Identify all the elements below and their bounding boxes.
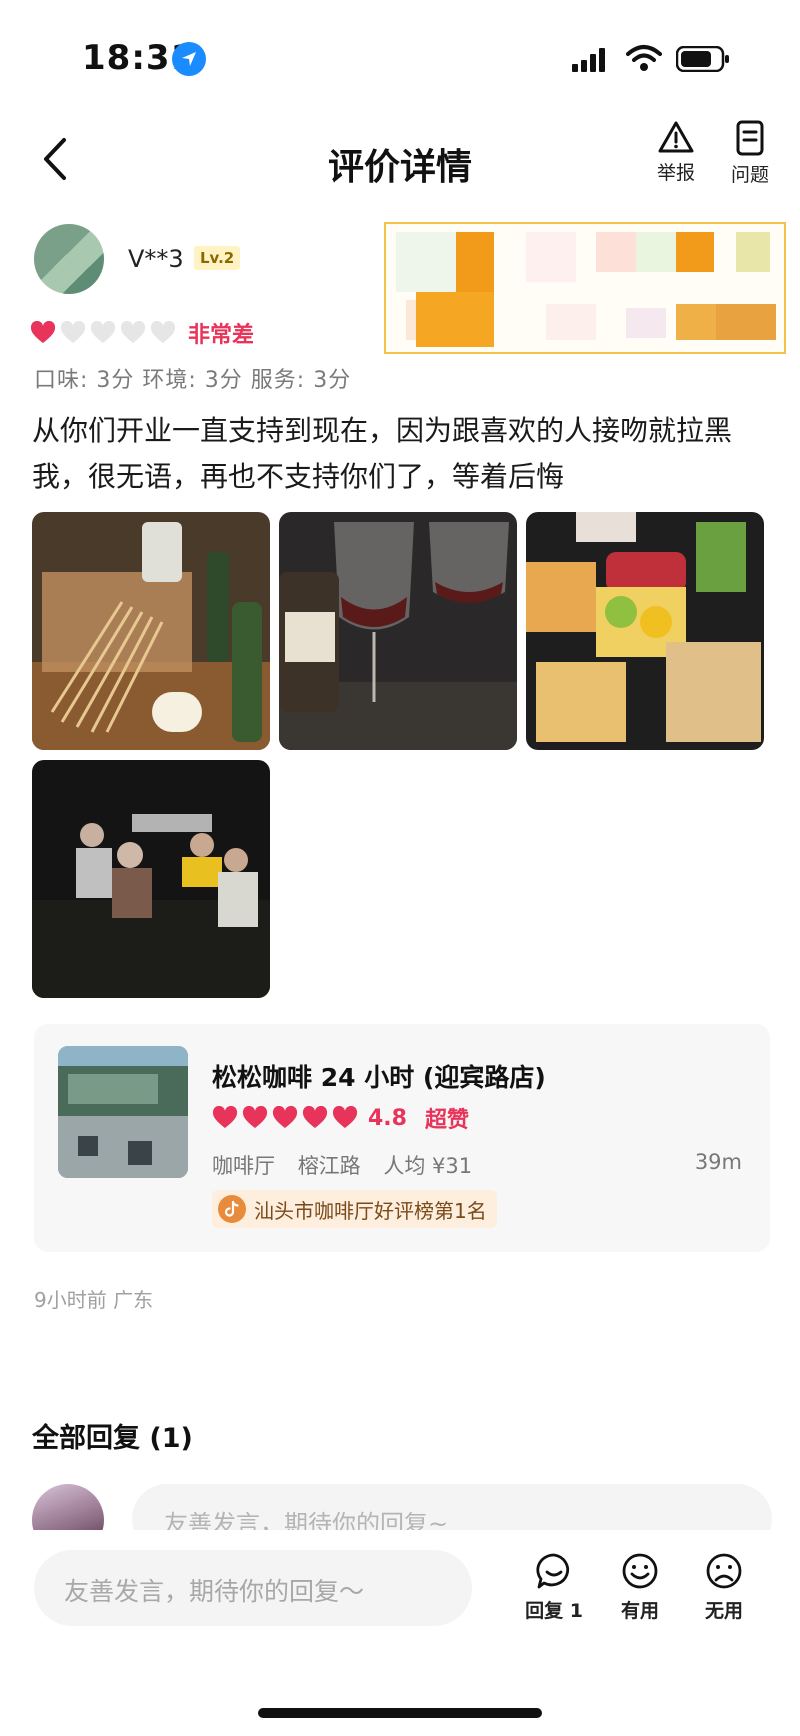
shop-area: 榕江路 <box>297 1154 361 1178</box>
pixelated-redaction <box>384 222 786 354</box>
douyin-icon <box>218 1195 246 1223</box>
frown-icon <box>706 1553 742 1589</box>
signal-icon <box>572 48 605 72</box>
wifi-icon <box>626 45 662 71</box>
replies-title: 全部回复 (1) <box>32 1423 193 1454</box>
shop-thumbnail <box>58 1046 188 1178</box>
review-heart-icon <box>150 321 176 343</box>
warning-triangle-icon <box>658 121 694 153</box>
smile-icon <box>622 1553 658 1589</box>
shop-heart-icon <box>332 1106 358 1128</box>
useful-label: 有用 <box>620 1600 659 1622</box>
shop-distance: 39m <box>694 1150 742 1174</box>
review-heart-icon <box>30 321 56 343</box>
review-heart-icon <box>90 321 116 343</box>
rating-hearts: 非常差 <box>30 316 254 350</box>
battery-icon <box>676 46 729 72</box>
bottom-comment-input[interactable]: 友善发言，期待你的回复～ <box>34 1550 472 1626</box>
level-badge: Lv.2 <box>194 246 241 270</box>
review-text: 从你们开业一直支持到现在，因为跟喜欢的人接吻就拉黑我，很无语，再也不支持你们了，… <box>32 414 733 493</box>
review-photo-2[interactable] <box>279 512 517 750</box>
nav-bar: 评价详情 举报 问题 <box>0 110 800 210</box>
shop-card[interactable]: 松松咖啡 24 小时 (迎宾路店) 4.8 超赞 咖啡厅 榕江路 人均 ¥31 … <box>34 1024 770 1252</box>
shop-rating: 4.8 超赞 <box>212 1102 469 1134</box>
question-button[interactable]: 问题 <box>718 120 782 187</box>
question-label: 问题 <box>730 164 769 186</box>
sub-scores: 口味: 3分 环境: 3分 服务: 3分 <box>34 368 352 393</box>
review-photo-1[interactable] <box>32 512 270 750</box>
review-heart-icon <box>60 321 86 343</box>
useless-button[interactable]: 无用 <box>684 1552 764 1623</box>
shop-meta: 咖啡厅 榕江路 人均 ¥31 <box>212 1150 488 1180</box>
rating-text: 非常差 <box>188 323 255 348</box>
rank-text: 汕头市咖啡厅好评榜第1名 <box>254 1198 487 1223</box>
shop-score: 4.8 <box>368 1105 407 1131</box>
author-name[interactable]: V**3 <box>128 245 184 273</box>
author-avatar[interactable] <box>34 224 104 294</box>
rank-badge[interactable]: 汕头市咖啡厅好评榜第1名 <box>212 1190 497 1228</box>
comment-bubble-icon <box>536 1553 570 1589</box>
review-photo-3[interactable] <box>526 512 764 750</box>
reply-label: 回复 1 <box>525 1600 583 1622</box>
home-indicator <box>258 1708 542 1718</box>
post-time-location: 9小时前 广东 <box>34 1288 154 1312</box>
useful-button[interactable]: 有用 <box>600 1552 680 1623</box>
review-heart-icon <box>120 321 146 343</box>
document-icon <box>736 120 764 156</box>
review-photo-4[interactable] <box>32 760 270 998</box>
reply-button[interactable]: 回复 1 <box>514 1552 594 1623</box>
shop-heart-icon <box>212 1106 238 1128</box>
shop-avg-price: 人均 ¥31 <box>383 1154 473 1178</box>
shop-heart-icon <box>242 1106 268 1128</box>
location-arrow-icon <box>172 42 206 76</box>
bottom-input-placeholder: 友善发言，期待你的回复～ <box>64 1577 365 1606</box>
shop-category: 咖啡厅 <box>212 1154 275 1178</box>
report-button[interactable]: 举报 <box>644 120 708 185</box>
shop-heart-icon <box>302 1106 328 1128</box>
shop-praise: 超赞 <box>424 1108 469 1133</box>
shop-heart-icon <box>272 1106 298 1128</box>
report-label: 举报 <box>656 162 695 184</box>
useless-label: 无用 <box>704 1600 743 1622</box>
bottom-action-bar: 友善发言，期待你的回复～ 回复 1 有用 无用 <box>0 1530 800 1736</box>
status-bar: 18:31 <box>0 0 800 110</box>
shop-name[interactable]: 松松咖啡 24 小时 (迎宾路店) <box>212 1058 546 1094</box>
